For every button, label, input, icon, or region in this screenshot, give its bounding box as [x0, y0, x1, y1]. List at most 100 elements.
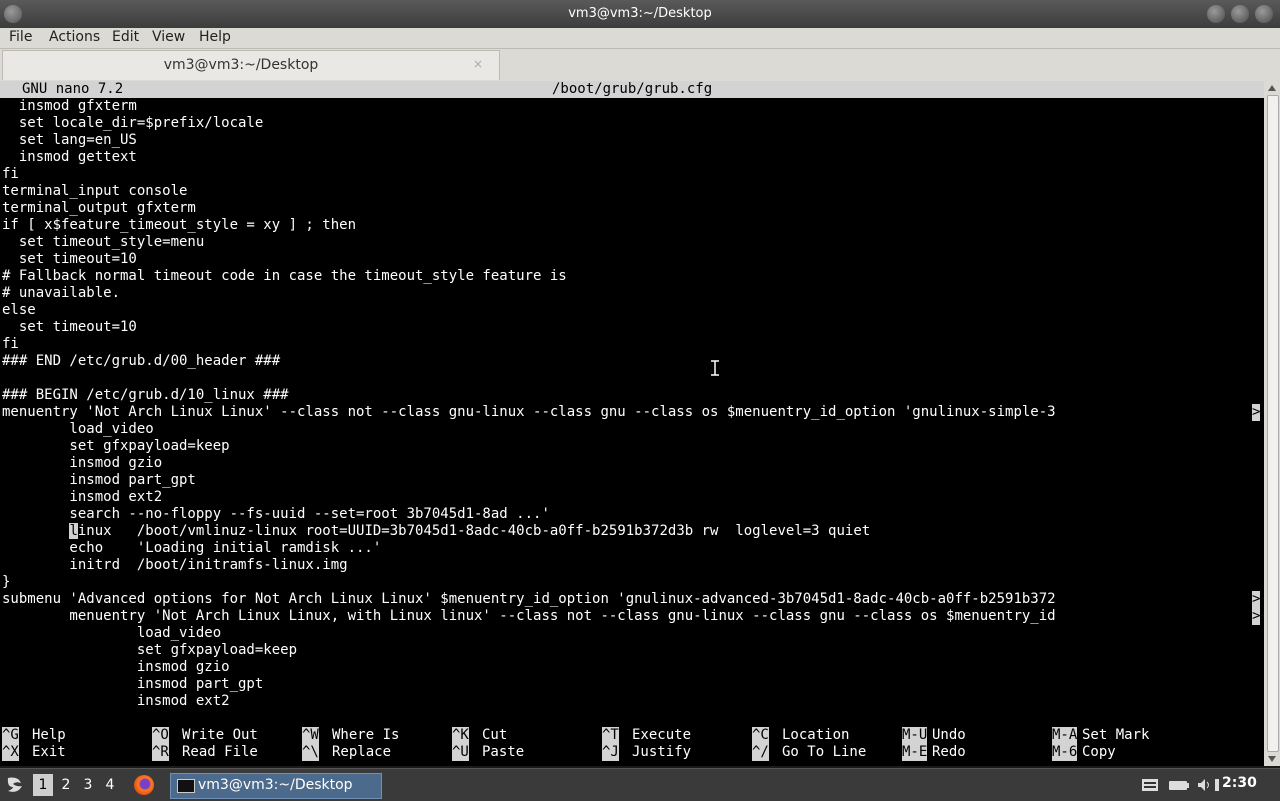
shortcut-label: Go To Line [782, 744, 867, 760]
shortcut-key: ^U [452, 744, 469, 761]
mouse-ibeam-icon [711, 360, 719, 376]
scroll-up-icon[interactable] [1268, 85, 1276, 91]
menu-file[interactable]: File [9, 29, 32, 45]
shortcut-key: ^G [2, 727, 19, 744]
editor-line: load_video [2, 625, 222, 641]
editor-line: submenu 'Advanced options for Not Arch L… [2, 591, 1056, 607]
shortcut-label: Justify [632, 744, 692, 760]
editor-line: set locale_dir=$prefix/locale [2, 115, 264, 131]
editor-line: insmod gfxterm [2, 98, 137, 114]
line-overflow-marker: > [1252, 404, 1261, 421]
menu-bar: File Actions Edit View Help [0, 28, 1280, 49]
shortcut-label: Cut [482, 727, 508, 743]
shortcut-label: Redo [932, 744, 966, 760]
menu-edit[interactable]: Edit [112, 29, 139, 45]
shortcut-label: Write Out [182, 727, 258, 743]
shortcut-label: Paste [482, 744, 525, 760]
editor-line: insmod gettext [2, 149, 137, 165]
shortcut-label: Help [32, 727, 66, 743]
editor-line: insmod ext2 [2, 489, 163, 505]
shortcut-key: ^/ [752, 744, 769, 761]
editor-line: ### END /etc/grub.d/00_header ### [2, 353, 281, 369]
editor-line: set timeout=10 [2, 319, 137, 335]
shortcut-key: M-A [1052, 727, 1078, 744]
menu-view[interactable]: View [152, 29, 185, 45]
editor-line: search --no-floppy --fs-uuid --set=root … [2, 506, 550, 522]
editor-line: if [ x$feature_timeout_style = xy ] ; th… [2, 217, 357, 233]
editor-line: initrd /boot/initramfs-linux.img [2, 557, 348, 573]
editor-line: ### BEGIN /etc/grub.d/10_linux ### [2, 387, 289, 403]
shortcut-key: ^X [2, 744, 19, 761]
editor-line: terminal_input console [2, 183, 188, 199]
shortcut-label: Copy [1082, 744, 1116, 760]
line-overflow-marker: > [1252, 591, 1261, 608]
shortcut-label: Execute [632, 727, 692, 743]
shortcut-key: ^O [152, 727, 169, 744]
shortcut-key: ^W [302, 727, 319, 744]
tab-bar: vm3@vm3:~/Desktop × [0, 49, 1280, 81]
keyboard-icon[interactable] [1141, 777, 1159, 793]
network-icon[interactable] [1214, 777, 1220, 793]
editor-line: terminal_output gfxterm [2, 200, 196, 216]
menu-help[interactable]: Help [199, 29, 231, 45]
editor-line: insmod part_gpt [2, 472, 196, 488]
battery-icon[interactable] [1168, 777, 1190, 793]
scrollbar-thumb[interactable] [1267, 95, 1279, 752]
editor-line: insmod gzio [2, 659, 230, 675]
shortcut-key: ^K [452, 727, 469, 744]
line-overflow-marker: > [1252, 608, 1261, 625]
workspace-4[interactable]: 4 [100, 774, 120, 796]
editor-line: # Fallback normal timeout code in case t… [2, 268, 567, 284]
editor-line: insmod gzio [2, 455, 163, 471]
clock: 2:30 [1222, 775, 1257, 791]
shortcut-key: ^\ [302, 744, 319, 761]
shortcut-label: Read File [182, 744, 258, 760]
taskbar-terminal-item[interactable]: vm3@vm3:~/Desktop [170, 773, 382, 799]
maximize-button[interactable] [1231, 5, 1249, 23]
nano-filename: /boot/grub/grub.cfg [552, 81, 713, 97]
taskbar: 1 2 3 4 vm3@vm3:~/Desktop 2:30 [0, 768, 1280, 801]
editor-line: set gfxpayload=keep [2, 642, 298, 658]
editor-line: fi [2, 166, 19, 182]
editor-line: menuentry 'Not Arch Linux Linux, with Li… [2, 608, 1056, 624]
start-menu-icon[interactable] [4, 775, 26, 795]
shortcut-key: M-6 [1052, 744, 1078, 761]
tab-close-icon[interactable]: × [473, 57, 483, 71]
shortcut-label: Set Mark [1082, 727, 1150, 743]
shortcut-label: Exit [32, 744, 66, 760]
shortcut-key: M-U [902, 727, 928, 744]
firefox-icon[interactable] [134, 775, 154, 795]
close-button[interactable] [1255, 5, 1273, 23]
editor-line: set timeout_style=menu [2, 234, 205, 250]
terminal-scrollbar[interactable] [1264, 81, 1280, 766]
workspace-1[interactable]: 1 [33, 774, 53, 796]
editor-line: } [2, 574, 11, 590]
terminal-icon [177, 779, 195, 793]
scroll-down-icon[interactable] [1268, 756, 1276, 762]
editor-line: # unavailable. [2, 285, 121, 301]
workspace-3[interactable]: 3 [78, 774, 98, 796]
terminal-area[interactable]: GNU nano 7.2 /boot/grub/grub.cfg insmod … [0, 81, 1264, 766]
editor-line: menuentry 'Not Arch Linux Linux' --class… [2, 404, 1056, 420]
shortcut-label: Replace [332, 744, 392, 760]
editor-line: fi [2, 336, 19, 352]
workspace-2[interactable]: 2 [56, 774, 76, 796]
editor-line: insmod ext2 [2, 693, 230, 709]
editor-line: set lang=en_US [2, 132, 137, 148]
menu-actions[interactable]: Actions [49, 29, 100, 45]
editor-line: insmod part_gpt [2, 676, 264, 692]
window-titlebar[interactable]: vm3@vm3:~/Desktop [0, 0, 1280, 28]
editor-line: linux /boot/vmlinuz-linux root=UUID=3b70… [69, 523, 871, 539]
taskbar-item-label: vm3@vm3:~/Desktop [198, 777, 353, 793]
shortcut-key: M-E [902, 744, 928, 761]
tab-label: vm3@vm3:~/Desktop [163, 57, 319, 73]
minimize-button[interactable] [1207, 5, 1225, 23]
editor-line: else [2, 302, 36, 318]
shortcut-key: ^R [152, 744, 169, 761]
volume-icon[interactable] [1196, 777, 1212, 793]
editor-line: set gfxpayload=keep [2, 438, 230, 454]
shortcut-key: ^T [602, 727, 619, 744]
shortcut-label: Location [782, 727, 850, 743]
tab-terminal[interactable]: vm3@vm3:~/Desktop × [2, 50, 500, 80]
shortcut-key: ^C [752, 727, 769, 744]
